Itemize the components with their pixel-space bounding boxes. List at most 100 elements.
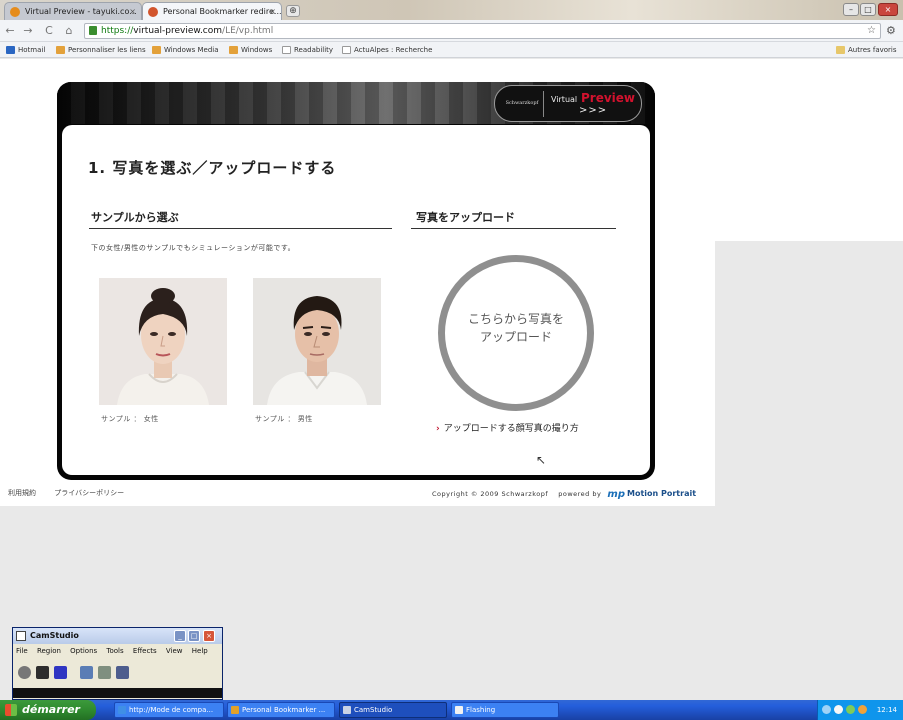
tab-close-icon[interactable]: × <box>129 3 136 20</box>
bookmark-label: Windows Media <box>164 46 219 54</box>
divider <box>411 228 616 229</box>
menu-tools[interactable]: Tools <box>106 647 123 655</box>
howto-link-label: アップロードする顔写真の撮り方 <box>443 424 579 434</box>
sample-section-heading: サンプルから選ぶ <box>91 211 179 224</box>
schwarzkopf-logo: Schwarzkopf <box>505 100 539 106</box>
camstudio-status-area <box>13 688 222 698</box>
footer-credits: Copyright © 2009 Schwarzkopf powered by … <box>432 489 696 500</box>
task-label: Personal Bookmarker ... <box>242 706 326 714</box>
network-icon[interactable] <box>822 705 831 714</box>
menu-region[interactable]: Region <box>37 647 61 655</box>
clock: 12:14 <box>876 706 897 714</box>
taskbar-item-camstudio[interactable]: CamStudio <box>339 702 447 718</box>
tab-favicon-icon <box>10 7 20 17</box>
minimize-icon[interactable]: _ <box>174 630 186 642</box>
folder-icon <box>836 46 845 54</box>
tab-close-icon[interactable]: × <box>269 3 276 20</box>
region-icon[interactable] <box>80 666 93 679</box>
window-maximize-button[interactable]: □ <box>860 3 876 16</box>
motion-portrait-logo[interactable]: mp <box>607 489 625 500</box>
upload-button-label: こちらから写真を アップロード <box>445 310 587 346</box>
tab-favicon-icon <box>148 7 158 17</box>
menu-help[interactable]: Help <box>192 647 208 655</box>
bookmarks-bar: Hotmail Personnaliser les liens Windows … <box>0 42 903 58</box>
camstudio-titlebar[interactable]: CamStudio _ □ × <box>13 628 222 644</box>
other-bookmarks-folder[interactable]: Autres favoris <box>836 44 897 56</box>
back-arrow-icon[interactable]: ← <box>3 24 17 38</box>
reload-icon[interactable]: C <box>42 24 56 38</box>
taskbar-item-flashing[interactable]: Flashing <box>451 702 559 718</box>
terms-link[interactable]: 利用規約 <box>8 489 36 497</box>
browser-tab-virtual-preview[interactable]: Virtual Preview - tayuki.co... × <box>4 2 142 20</box>
bookmark-personnaliser[interactable]: Personnaliser les liens <box>56 44 146 56</box>
volume-icon[interactable] <box>834 705 843 714</box>
bookmark-windows-media[interactable]: Windows Media <box>152 44 219 56</box>
browser-tab-personal-bookmarker[interactable]: Personal Bookmarker redire... × <box>142 2 282 20</box>
url-host: virtual-preview.com <box>133 26 223 36</box>
maximize-icon[interactable]: □ <box>188 630 200 642</box>
wrench-menu-icon[interactable]: ⚙ <box>886 24 896 37</box>
pause-icon[interactable] <box>36 666 49 679</box>
logo-divider <box>543 91 544 117</box>
bookmark-actualpes[interactable]: ActuAlpes : Recherche <box>342 44 432 56</box>
taskbar: démarrer http://Mode de compa... Persona… <box>0 700 903 720</box>
female-portrait-image <box>99 278 227 405</box>
virtual-preview-frame: Schwarzkopf Virtual Preview >>> 1. 写真を選ぶ… <box>57 82 655 480</box>
cursor-icon: ↖ <box>536 453 547 467</box>
window-minimize-button[interactable]: – <box>843 3 859 16</box>
options-icon[interactable] <box>98 666 111 679</box>
motion-portrait-text[interactable]: Motion Portrait <box>627 489 696 498</box>
stop-icon[interactable] <box>54 666 67 679</box>
sample-male-photo[interactable] <box>253 278 381 405</box>
menu-options[interactable]: Options <box>70 647 97 655</box>
page-viewport: Schwarzkopf Virtual Preview >>> 1. 写真を選ぶ… <box>0 59 903 700</box>
ie-icon <box>118 706 126 714</box>
update-icon[interactable] <box>858 705 867 714</box>
sample-female-photo[interactable] <box>99 278 227 405</box>
chrome-icon <box>231 706 239 714</box>
video-icon[interactable] <box>116 666 129 679</box>
browser-toolbar: ← → C ⌂ https://virtual-preview.com/LE/v… <box>0 20 903 42</box>
window-close-button[interactable]: × <box>878 3 898 16</box>
menu-file[interactable]: File <box>16 647 28 655</box>
windows-flag-icon <box>56 46 65 54</box>
virtual-preview-logo: Schwarzkopf Virtual Preview >>> <box>494 85 642 122</box>
page-title: 1. 写真を選ぶ／アップロードする <box>88 159 337 177</box>
bookmark-star-icon[interactable]: ☆ <box>867 24 876 38</box>
start-button[interactable]: démarrer <box>0 700 96 720</box>
copyright-text: Copyright © 2009 Schwarzkopf <box>432 490 549 498</box>
tab-label: Personal Bookmarker redire... <box>163 7 282 16</box>
bookmark-readability[interactable]: Readability <box>282 44 333 56</box>
chevron-right-icon: › <box>436 424 440 434</box>
record-icon[interactable] <box>18 666 31 679</box>
sample-caption-male: サンプル ： 男性 <box>255 415 313 423</box>
tab-label: Virtual Preview - tayuki.co... <box>25 7 137 16</box>
photo-howto-link[interactable]: › アップロードする顔写真の撮り方 <box>436 421 579 434</box>
forward-arrow-icon[interactable]: → <box>21 24 35 38</box>
privacy-policy-link[interactable]: プライバシーポリシー <box>54 489 124 497</box>
taskbar-item-ie[interactable]: http://Mode de compa... <box>114 702 224 718</box>
windows-flag-icon <box>229 46 238 54</box>
menu-view[interactable]: View <box>166 647 183 655</box>
upload-photo-button[interactable]: こちらから写真を アップロード <box>438 255 594 411</box>
bookmark-hotmail[interactable]: Hotmail <box>6 44 45 56</box>
upload-button-line1: こちらから写真を <box>467 312 564 326</box>
security-icon[interactable] <box>846 705 855 714</box>
taskbar-item-chrome[interactable]: Personal Bookmarker ... <box>227 702 335 718</box>
bookmark-label: Windows <box>241 46 273 54</box>
new-tab-button[interactable]: ⊕ <box>286 5 300 17</box>
powered-by-text: powered by <box>558 490 602 498</box>
windows-flag-icon <box>5 704 17 716</box>
menu-effects[interactable]: Effects <box>133 647 157 655</box>
male-portrait-image <box>253 278 381 405</box>
url-path: /LE/vp.html <box>222 26 274 36</box>
logo-arrows: >>> <box>579 105 608 116</box>
logo-preview-text: Preview <box>581 91 636 105</box>
home-icon[interactable]: ⌂ <box>62 24 76 38</box>
page-icon <box>282 46 291 54</box>
bookmark-windows[interactable]: Windows <box>229 44 272 56</box>
system-tray: 12:14 <box>817 700 903 720</box>
address-bar[interactable]: https://virtual-preview.com/LE/vp.html ☆ <box>84 23 881 39</box>
close-icon[interactable]: × <box>203 630 215 642</box>
vp-content-panel: 1. 写真を選ぶ／アップロードする サンプルから選ぶ 下の女性/男性のサンプルで… <box>62 125 650 475</box>
